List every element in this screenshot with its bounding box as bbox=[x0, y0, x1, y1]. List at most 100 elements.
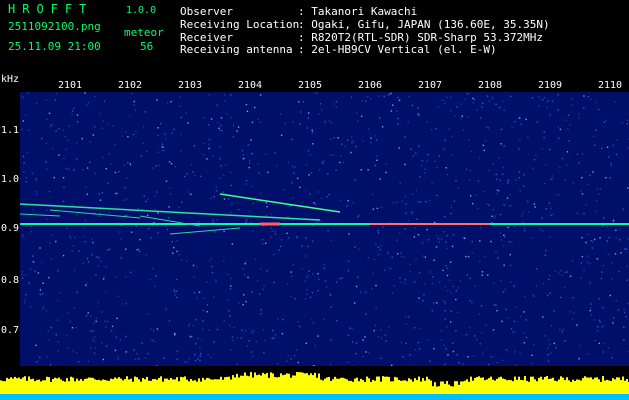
noise-dot bbox=[623, 311, 626, 314]
noise-dot bbox=[107, 123, 109, 126]
noise-dot bbox=[45, 356, 48, 358]
noise-dot bbox=[305, 189, 307, 192]
noise-dot bbox=[608, 347, 610, 349]
amplitude-bar bbox=[598, 379, 600, 396]
noise-dot bbox=[298, 101, 300, 103]
noise-dot bbox=[466, 168, 468, 170]
noise-dot bbox=[598, 193, 600, 195]
amplitude-bar bbox=[76, 378, 78, 396]
noise-dot bbox=[527, 211, 530, 213]
amplitude-bar bbox=[280, 373, 282, 396]
noise-dot bbox=[91, 238, 93, 240]
noise-dot bbox=[116, 192, 119, 194]
noise-dot bbox=[326, 286, 328, 288]
amplitude-bar bbox=[442, 381, 444, 396]
noise-dot bbox=[445, 265, 447, 267]
noise-dot bbox=[84, 240, 87, 243]
noise-dot bbox=[558, 272, 560, 275]
noise-dot bbox=[327, 173, 329, 175]
noise-dot bbox=[536, 121, 539, 123]
noise-dot bbox=[597, 326, 599, 328]
amplitude-bar bbox=[164, 378, 166, 396]
noise-dot bbox=[543, 96, 546, 99]
noise-dot bbox=[586, 353, 589, 355]
noise-dot bbox=[165, 180, 168, 182]
noise-dot bbox=[244, 263, 246, 265]
noise-dot bbox=[576, 153, 579, 155]
noise-dot bbox=[258, 172, 260, 174]
amplitude-bar bbox=[136, 377, 138, 396]
noise-dot bbox=[450, 292, 452, 294]
noise-dot bbox=[552, 178, 554, 180]
amplitude-bar bbox=[228, 376, 230, 396]
noise-dot bbox=[293, 172, 295, 174]
noise-dot bbox=[294, 297, 296, 300]
noise-dot bbox=[196, 266, 198, 268]
noise-dot bbox=[450, 321, 452, 323]
noise-dot bbox=[306, 289, 308, 291]
spectrogram-background bbox=[20, 92, 629, 380]
noise-dot bbox=[404, 163, 406, 166]
noise-dot bbox=[36, 193, 38, 195]
y-tick-label: 0.9 bbox=[1, 223, 20, 234]
amplitude-bar bbox=[198, 378, 200, 396]
x-tick-label: 2110 bbox=[598, 80, 623, 91]
file-datetime: 25.11.09 21:00 bbox=[8, 40, 101, 53]
noise-dot bbox=[39, 289, 42, 291]
amplitude-bar bbox=[566, 377, 568, 396]
noise-dot bbox=[407, 219, 410, 222]
noise-dot bbox=[377, 336, 379, 338]
noise-dot bbox=[568, 140, 570, 142]
spectrogram bbox=[20, 92, 629, 380]
noise-dot bbox=[487, 127, 489, 129]
noise-dot bbox=[504, 204, 506, 206]
amplitude-bar bbox=[508, 380, 510, 396]
noise-dot bbox=[467, 255, 470, 258]
noise-dot bbox=[527, 200, 529, 203]
noise-dot bbox=[353, 302, 356, 304]
noise-dot bbox=[611, 356, 613, 359]
noise-dot bbox=[502, 100, 505, 102]
noise-dot bbox=[134, 109, 136, 111]
noise-dot bbox=[308, 174, 310, 176]
noise-dot bbox=[78, 250, 80, 252]
amplitude-bar bbox=[474, 377, 476, 396]
amplitude-bar bbox=[342, 377, 344, 396]
noise-dot bbox=[569, 124, 571, 126]
noise-dot bbox=[255, 340, 258, 343]
noise-dot bbox=[63, 186, 65, 189]
noise-dot bbox=[144, 357, 147, 359]
noise-dot bbox=[589, 310, 591, 312]
noise-dot bbox=[400, 281, 403, 283]
y-tick-label: 1.0 bbox=[1, 174, 20, 185]
noise-dot bbox=[73, 169, 75, 171]
noise-dot bbox=[578, 113, 580, 115]
noise-dot bbox=[324, 280, 327, 282]
noise-dot bbox=[484, 256, 486, 258]
noise-dot bbox=[427, 339, 429, 341]
amplitude-bar bbox=[64, 381, 66, 396]
noise-dot bbox=[427, 239, 430, 241]
noise-dot bbox=[426, 160, 428, 162]
noise-dot bbox=[479, 343, 481, 345]
amplitude-bar bbox=[590, 377, 592, 396]
noise-dot bbox=[375, 284, 377, 287]
noise-dot bbox=[162, 149, 164, 152]
noise-dot bbox=[45, 309, 48, 312]
noise-dot bbox=[594, 238, 596, 241]
noise-dot bbox=[612, 317, 615, 319]
noise-dot bbox=[451, 245, 454, 248]
noise-dot bbox=[600, 277, 603, 280]
amplitude-bar bbox=[346, 379, 348, 396]
noise-dot bbox=[21, 128, 23, 131]
noise-dot bbox=[50, 258, 52, 260]
noise-dot bbox=[45, 168, 48, 170]
amplitude-bar bbox=[22, 377, 24, 396]
noise-dot bbox=[245, 183, 247, 185]
noise-dot bbox=[200, 352, 202, 355]
app-logo: HROFFT bbox=[8, 2, 94, 16]
noise-dot bbox=[446, 274, 449, 277]
noise-dot bbox=[83, 227, 85, 229]
noise-dot bbox=[486, 95, 489, 97]
noise-dot bbox=[156, 99, 158, 101]
